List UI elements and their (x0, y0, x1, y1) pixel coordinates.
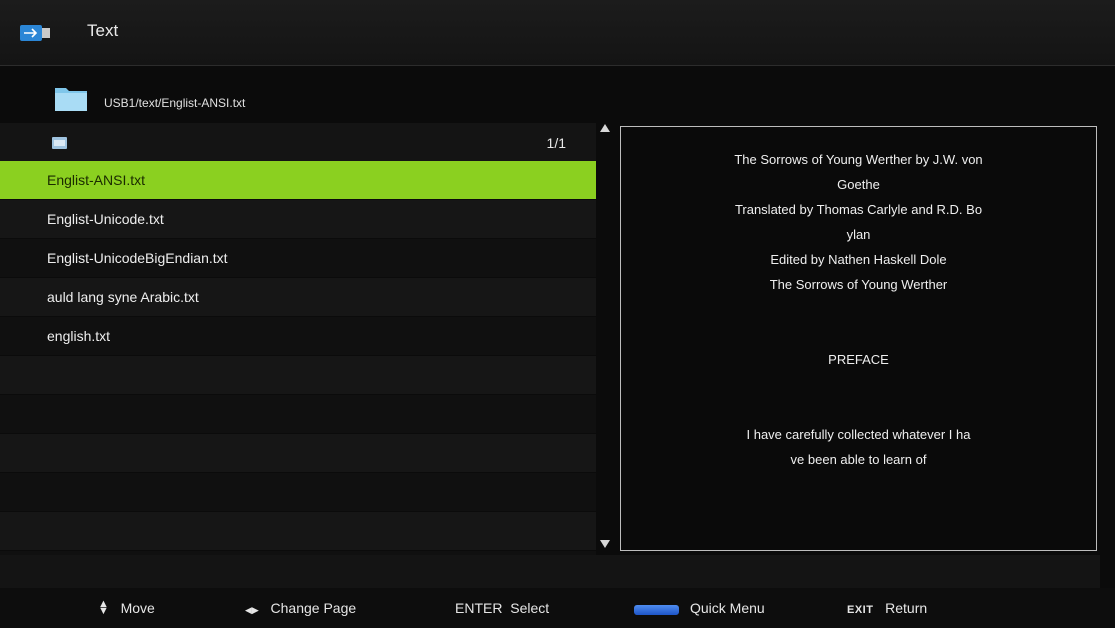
file-list-item[interactable]: auld lang syne Arabic.txt (0, 278, 596, 316)
exit-key: EXIT (847, 604, 874, 616)
folder-icon (55, 88, 87, 111)
empty-list-row (0, 473, 596, 511)
file-list-item[interactable]: Englist-Unicode.txt (0, 200, 596, 238)
change-page-label: Change Page (270, 600, 357, 616)
usb-icon (20, 25, 50, 41)
select-hint: ENTER Select (455, 600, 549, 616)
preview-text-line: ylan (846, 227, 871, 242)
preview-text-line: Edited by Nathen Haskell Dole (770, 252, 947, 267)
text-browser-screen: Text USB1/text/Englist-ANSI.txt 1/1 Engl… (0, 0, 1115, 628)
scroll-up-arrow-icon[interactable] (600, 124, 610, 132)
empty-list-row (0, 395, 596, 433)
preview-text-line: I have carefully collected whatever I ha (746, 427, 971, 442)
parent-folder-icon[interactable] (52, 137, 67, 149)
header-bar: Text (0, 0, 1115, 66)
quick-menu-label[interactable]: Quick Menu (690, 600, 765, 616)
file-list-item[interactable]: Englist-ANSI.txt (0, 161, 596, 199)
footer-spacer (0, 555, 1100, 588)
help-bar: ▲ ▼ Move ◀▶ Change Page ENTER Select Quic… (0, 588, 1115, 628)
preview-text-line: Translated by Thomas Carlyle and R.D. Bo (734, 202, 983, 217)
empty-list-row (0, 356, 596, 394)
preview-text-line: ve been able to learn of (790, 452, 927, 467)
page-indicator: 1/1 (546, 135, 566, 151)
return-hint: EXIT Return (847, 600, 927, 616)
blue-key-icon (634, 605, 679, 615)
empty-list-row (0, 512, 596, 550)
select-label: Select (510, 600, 550, 616)
scroll-down-arrow-icon[interactable] (600, 540, 610, 548)
current-path: USB1/text/Englist-ANSI.txt (0, 66, 1100, 122)
move-hint: ▲ ▼ Move (98, 598, 155, 617)
preview-heading: PREFACE (828, 352, 889, 367)
preview-text-line: The Sorrows of Young Werther by J.W. von (734, 152, 983, 167)
file-list: 1/1 Englist-ANSI.txt Englist-Unicode.txt E… (0, 123, 598, 589)
preview-text-line: Goethe (837, 177, 880, 192)
left-right-arrows-icon: ◀▶ (245, 605, 259, 615)
file-list-item[interactable]: Englist-UnicodeBigEndian.txt (0, 239, 596, 277)
list-header: 1/1 (0, 123, 596, 161)
move-label: Move (120, 600, 155, 616)
up-down-arrows-icon: ▲ ▼ (98, 598, 109, 617)
text-preview-pane: The Sorrows of Young Werther by J.W. von… (620, 126, 1097, 551)
return-label: Return (885, 600, 928, 616)
enter-key: ENTER (455, 600, 503, 616)
change-page-hint: ◀▶ Change Page (245, 600, 356, 616)
page-title: Text (87, 21, 119, 40)
preview-text-line: The Sorrows of Young Werther (769, 277, 948, 292)
path-text: USB1/text/Englist-ANSI.txt (104, 96, 246, 110)
file-list-item[interactable]: english.txt (0, 317, 596, 355)
empty-list-row (0, 434, 596, 472)
